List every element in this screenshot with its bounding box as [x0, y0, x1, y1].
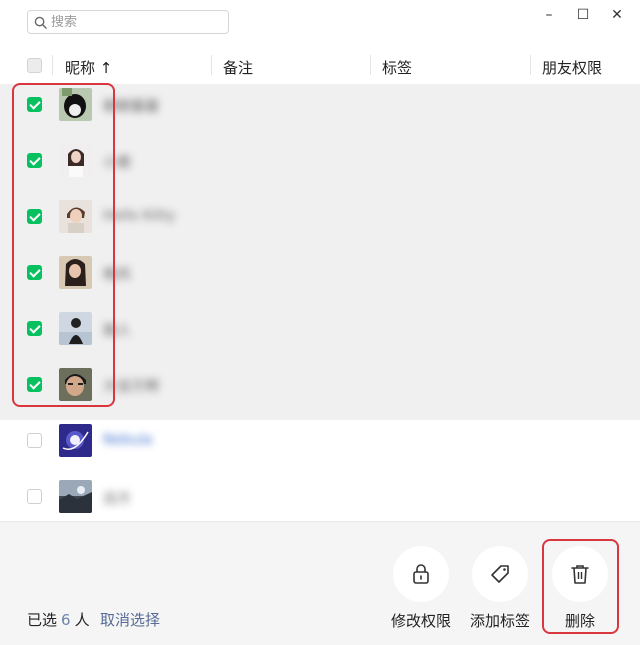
action-label: 修改权限 — [390, 612, 451, 630]
row-checkbox[interactable] — [27, 489, 42, 504]
table-header: 昵称 ↑ 备注 标签 朋友权限 — [0, 48, 640, 84]
action-label: 添加标签 — [469, 612, 530, 630]
action-circle[interactable] — [472, 546, 528, 602]
avatar — [59, 480, 92, 513]
column-divider — [530, 55, 531, 75]
action-circle[interactable] — [393, 546, 449, 602]
contact-nickname: 远方 — [103, 491, 131, 507]
search-box[interactable] — [27, 10, 229, 34]
column-divider — [211, 55, 212, 75]
column-friend-permission[interactable]: 朋友权限 — [542, 57, 602, 78]
close-button[interactable]: ✕ — [600, 4, 634, 26]
window-controls: – ☐ ✕ — [532, 4, 634, 26]
column-remark[interactable]: 备注 — [223, 57, 253, 78]
row-checkbox[interactable] — [27, 433, 42, 448]
search-input[interactable] — [51, 14, 211, 30]
selection-highlight-box — [12, 83, 115, 407]
contact-nickname: Nebula — [103, 432, 153, 448]
selected-count-text: 已选 6 人 — [27, 611, 90, 629]
select-all-checkbox[interactable] — [27, 58, 42, 73]
column-nickname[interactable]: 昵称 ↑ — [65, 57, 112, 78]
search-icon — [34, 16, 47, 29]
column-tags[interactable]: 标签 — [382, 57, 412, 78]
cancel-selection-link[interactable]: 取消选择 — [100, 609, 160, 630]
lock-icon — [413, 564, 429, 584]
table-row[interactable]: Nebula — [0, 420, 640, 476]
column-divider — [52, 55, 53, 75]
maximize-button[interactable]: ☐ — [566, 4, 600, 26]
tag-icon — [491, 565, 509, 583]
selected-count: 6 — [61, 611, 71, 629]
modify-permission-button[interactable]: 修改权限 — [386, 546, 456, 631]
avatar — [59, 424, 92, 457]
column-divider — [370, 55, 371, 75]
delete-highlight-box — [542, 539, 619, 634]
bottom-action-bar: 已选 6 人 取消选择 修改权限 添加标签 删除 — [0, 521, 640, 645]
minimize-button[interactable]: – — [532, 4, 566, 26]
add-tag-button[interactable]: 添加标签 — [465, 546, 535, 631]
